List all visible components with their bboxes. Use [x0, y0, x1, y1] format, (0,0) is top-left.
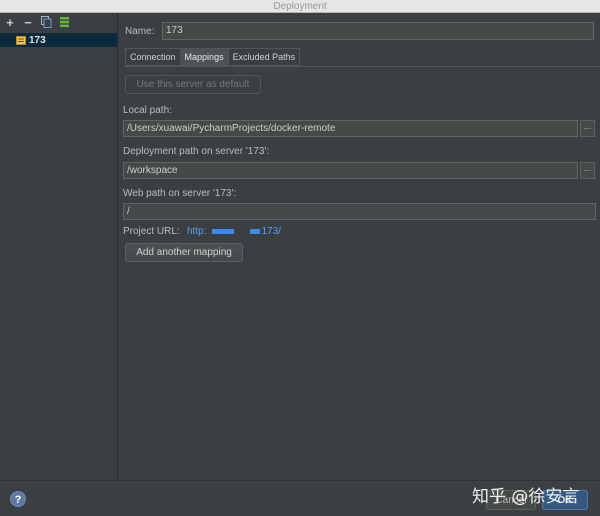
add-another-mapping-button[interactable]: Add another mapping: [125, 243, 243, 262]
tab-excluded-paths[interactable]: Excluded Paths: [227, 48, 301, 66]
copy-icon: [40, 16, 51, 28]
tab-divider: [125, 66, 600, 67]
redacted-host-segment: [212, 229, 235, 234]
deployment-path-browse-button[interactable]: ...: [580, 162, 595, 179]
watermark-text: 知乎 @徐安言: [472, 487, 580, 507]
window-title: Deployment: [273, 1, 327, 12]
remove-server-button[interactable]: −: [21, 15, 35, 29]
window-titlebar: Deployment: [0, 0, 600, 13]
deployment-path-field[interactable]: /workspace: [123, 162, 578, 179]
redacted-host-segment: [250, 229, 261, 234]
server-list-panel: + − 173: [0, 13, 118, 480]
tab-connection[interactable]: Connection: [125, 48, 180, 66]
copy-server-button[interactable]: [39, 15, 53, 29]
dialog-footer: ? Cancel OK 知乎 @徐安言: [0, 480, 600, 516]
use-as-default-button[interactable]: Use this server as default: [125, 75, 261, 94]
local-path-field[interactable]: /Users/xuawai/PycharmProjects/docker-rem…: [123, 120, 578, 137]
server-item-label: 173: [29, 34, 46, 46]
name-label: Name:: [125, 26, 155, 37]
local-path-browse-button[interactable]: ...: [580, 120, 595, 137]
web-path-field[interactable]: /: [123, 203, 596, 220]
help-button[interactable]: ?: [10, 491, 26, 507]
default-server-button[interactable]: [57, 15, 71, 29]
tab-mappings[interactable]: Mappings: [179, 48, 228, 66]
server-default-icon: [59, 17, 69, 28]
server-name-field[interactable]: 173: [162, 22, 594, 40]
sftp-server-icon: [16, 35, 26, 45]
project-url-label: Project URL:: [123, 226, 180, 237]
server-list-item[interactable]: 173: [0, 33, 117, 47]
local-path-label: Local path:: [123, 105, 172, 116]
project-url-link[interactable]: http: 173/: [187, 226, 281, 237]
server-settings-panel: Name: 173 Connection Mappings Excluded P…: [119, 13, 600, 480]
project-url-suffix: 173/: [261, 226, 281, 237]
deployment-path-label: Deployment path on server '173':: [123, 146, 270, 157]
server-toolbar: + −: [0, 13, 117, 31]
project-url-prefix: http:: [187, 226, 207, 237]
add-server-button[interactable]: +: [3, 15, 17, 29]
web-path-label: Web path on server '173':: [123, 188, 237, 199]
settings-tabs: Connection Mappings Excluded Paths: [125, 48, 301, 66]
